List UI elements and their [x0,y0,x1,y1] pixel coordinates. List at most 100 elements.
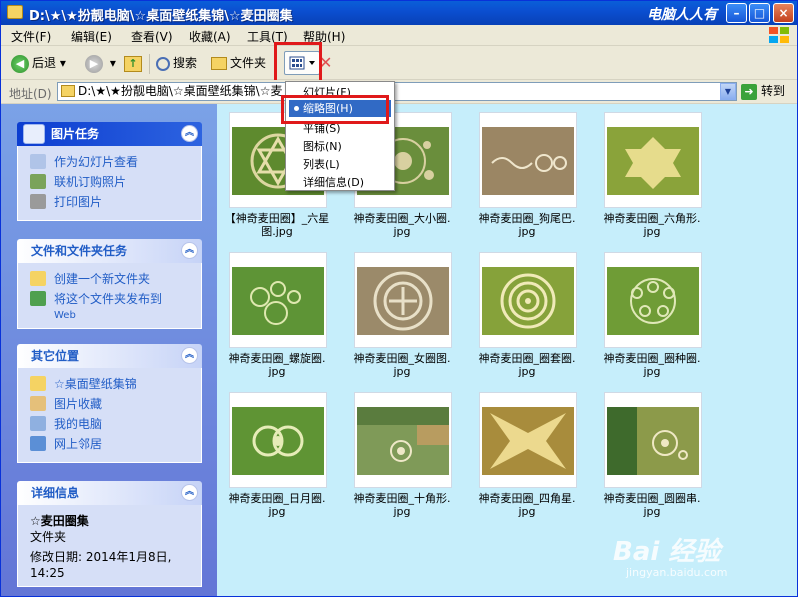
detail-time: 14:25 [30,566,65,580]
other-places-body: ☆桌面壁纸集锦 图片收藏 我的电脑 网上邻居 [17,368,202,463]
crop-circle-image [357,267,449,335]
order-prints-link[interactable]: 联机订购照片 [30,172,191,192]
thumbnail-frame [479,112,577,208]
address-value: D:\★\★扮靓电脑\☆桌面壁纸集锦\☆麦 [78,84,283,98]
folders-icon [211,57,227,70]
maximize-button[interactable]: □ [749,3,770,23]
go-arrow-icon: ➜ [741,83,757,100]
window-title: D:\★\★扮靓电脑\☆桌面壁纸集锦\☆麦田圈集 [29,9,293,24]
file-name: 神奇麦田圈_十角形. jpg [353,492,451,518]
explorer-window: D:\★\★扮靓电脑\☆桌面壁纸集锦\☆麦田圈集 电脑人人有 – □ × 文件(… [0,0,798,597]
baidu-watermark-url: jingyan.baidu.com [626,566,728,579]
file-tasks-header[interactable]: 文件和文件夹任务 ︽ [17,239,202,263]
details-header[interactable]: 详细信息 ︽ [17,481,202,505]
thumbnail-frame [229,252,327,348]
thumbnail-frame [479,252,577,348]
collapse-chevron-icon[interactable]: ︽ [181,125,198,142]
file-name: 神奇麦田圈_圆圈串. jpg [603,492,701,518]
file-name: 神奇麦田圈_螺旋圈. jpg [228,352,326,378]
other-places-panel: 其它位置 ︽ ☆桌面壁纸集锦 图片收藏 我的电脑 网上邻居 [17,344,202,463]
details-panel: 详细信息 ︽ ☆麦田圈集 文件夹 修改日期: 2014年1月8日, 14:25 [17,481,202,587]
minimize-button[interactable]: – [726,3,747,23]
folder-icon [7,5,23,19]
up-folder-button[interactable]: ↑ [124,53,142,75]
close-button[interactable]: × [773,3,794,23]
file-name: 神奇麦田圈_六角形. jpg [603,212,701,238]
network-icon [30,436,46,451]
slideshow-link[interactable]: 作为幻灯片查看 [30,152,191,172]
other-places-title: 其它位置 [31,349,80,363]
folder-icon [61,85,75,97]
menu-edit[interactable]: 编辑(E) [71,28,112,45]
baidu-watermark: Bai 经验 [613,537,721,567]
print-pictures-link[interactable]: 打印图片 [30,192,191,212]
crop-circle-image [607,127,699,195]
address-dropdown-button[interactable]: ▼ [720,83,736,100]
task-pane: 图片任务 ︽ 作为幻灯片查看 联机订购照片 打印图片 文件和文件夹任务 ︽ 创建… [1,104,217,596]
folders-label: 文件夹 [230,56,267,70]
forward-button[interactable]: ▶ ▾ [85,53,116,75]
place-wallpapers[interactable]: ☆桌面壁纸集锦 [30,374,191,394]
folder-icon [30,376,46,391]
crop-circle-image [482,127,574,195]
thumbnail-frame [354,392,452,488]
view-option-icons[interactable]: 图标(N) [303,138,342,154]
details-title: 详细信息 [31,486,80,500]
my-pictures-icon [30,396,46,411]
view-option-details[interactable]: 详细信息(D) [303,174,364,190]
collapse-chevron-icon[interactable]: ︽ [181,347,198,364]
other-places-header[interactable]: 其它位置 ︽ [17,344,202,368]
picture-tasks-icon [23,124,45,144]
up-folder-icon: ↑ [124,55,142,72]
place-my-computer[interactable]: 我的电脑 [30,414,191,434]
order-prints-icon [30,174,46,189]
file-name: 【神奇麦田圈】_六星 图.jpg [224,212,330,238]
thumbnail-frame [229,392,327,488]
slideshow-icon [30,154,46,169]
collapse-chevron-icon[interactable]: ︽ [181,242,198,259]
place-my-pictures[interactable]: 图片收藏 [30,394,191,414]
file-tasks-panel: 文件和文件夹任务 ︽ 创建一个新文件夹 将这个文件夹发布到 Web [17,239,202,329]
menu-bar: 文件(F) 编辑(E) 查看(V) 收藏(A) 工具(T) 帮助(H) [1,25,797,46]
picture-tasks-panel: 图片任务 ︽ 作为幻灯片查看 联机订购照片 打印图片 [17,122,202,221]
search-label: 搜索 [173,56,198,70]
go-button[interactable]: ➜ 转到 [741,83,785,100]
picture-tasks-header[interactable]: 图片任务 ︽ [17,122,202,146]
go-label: 转到 [761,84,786,98]
highlight-box-views [274,42,322,83]
address-input[interactable]: D:\★\★扮靓电脑\☆桌面壁纸集锦\☆麦 [57,82,737,101]
file-name: 神奇麦田圈_圈种圈. jpg [603,352,701,378]
printer-icon [30,194,46,209]
menu-file[interactable]: 文件(F) [11,28,51,45]
address-bar: 地址(D) D:\★\★扮靓电脑\☆桌面壁纸集锦\☆麦 ▼ ➜ 转到 [1,80,797,104]
toolbar: ◀ 后退 ▾ ▶ ▾ ↑ 搜索 文件夹 ✕ [1,46,797,80]
menu-favorites[interactable]: 收藏(A) [189,28,231,45]
publish-web-link[interactable]: 将这个文件夹发布到 Web [30,289,191,323]
folders-button[interactable]: 文件夹 [211,53,266,75]
menu-view[interactable]: 查看(V) [131,28,173,45]
search-button[interactable]: 搜索 [156,53,197,75]
search-icon [156,56,170,71]
detail-name: ☆麦田圈集 [30,514,89,528]
windows-logo-icon [769,27,789,43]
place-network[interactable]: 网上邻居 [30,434,191,454]
back-arrow-icon: ◀ [11,54,29,73]
computer-icon [30,416,46,431]
file-tasks-title: 文件和文件夹任务 [31,244,128,258]
crop-circle-image [232,407,324,475]
view-option-list[interactable]: 列表(L) [303,156,340,172]
crop-circle-image [357,407,449,475]
thumbnail-frame [604,112,702,208]
detail-modified: 修改日期: 2014年1月8日, [30,550,172,564]
address-label: 地址(D) [9,87,52,101]
thumbnail-frame [604,392,702,488]
crop-circle-image [607,267,699,335]
title-bar[interactable]: D:\★\★扮靓电脑\☆桌面壁纸集锦\☆麦田圈集 电脑人人有 – □ × [1,1,797,25]
file-name: 神奇麦田圈_圈套圈. jpg [478,352,576,378]
collapse-chevron-icon[interactable]: ︽ [181,484,198,501]
crop-circle-image [607,407,699,475]
thumbnail-frame [604,252,702,348]
details-body: ☆麦田圈集 文件夹 修改日期: 2014年1月8日, 14:25 [17,505,202,587]
new-folder-link[interactable]: 创建一个新文件夹 [30,269,191,289]
back-button[interactable]: ◀ 后退 ▾ [11,53,66,75]
